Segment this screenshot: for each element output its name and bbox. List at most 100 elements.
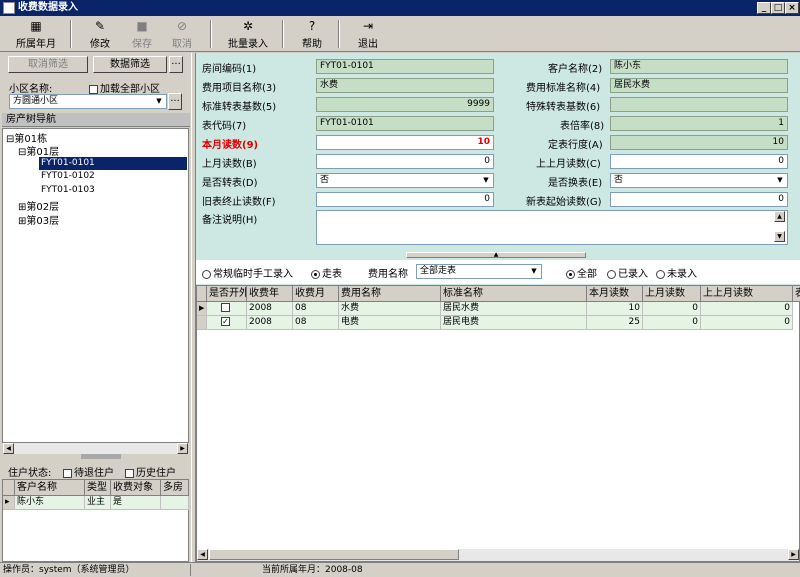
fee-name-select[interactable]: 全部走表 ▼ (416, 264, 542, 279)
col-header[interactable]: 收费月 (293, 286, 339, 302)
edit-icon: ✎ (94, 19, 106, 33)
col-header[interactable]: 上月读数 (643, 286, 701, 302)
col-header[interactable]: 收费对象 (111, 480, 161, 496)
room-code-field[interactable]: FYT01-0101 (316, 59, 494, 74)
grid-cell[interactable]: 是 (111, 496, 161, 510)
grid-checkbox[interactable]: ✓ (207, 316, 247, 330)
scroll-left-icon[interactable]: ◀ (197, 549, 208, 560)
filter-more-button[interactable]: ··· (169, 56, 183, 73)
tree-room[interactable]: FYT01-0103 (41, 185, 95, 195)
tree-node-floor1[interactable]: ⊟第01层 (18, 143, 59, 158)
tree-hscrollbar[interactable]: ◀ ▶ (3, 443, 188, 454)
history-checkbox[interactable]: 历史住户 (125, 464, 176, 479)
new-start-label: 新表起始读数(G) (526, 197, 602, 208)
grid-cell[interactable]: 0 (701, 316, 793, 330)
last-month-input[interactable]: 0 (316, 154, 494, 169)
grid-cell[interactable]: 10 (587, 302, 643, 316)
this-month-label: 本月读数(9) (202, 140, 259, 151)
grid-cell[interactable] (161, 496, 189, 510)
tree-room[interactable]: FYT01-0102 (41, 171, 95, 181)
col-header[interactable]: 收费年 (247, 286, 293, 302)
is-transfer-select[interactable]: 否 ▼ (316, 173, 494, 188)
grid-checkbox[interactable] (207, 302, 247, 316)
not-entered-radio[interactable]: 未录入 (656, 265, 697, 280)
chevron-down-icon: ▼ (531, 267, 537, 275)
old-end-input[interactable]: 0 (316, 192, 494, 207)
entered-radio[interactable]: 已录入 (607, 265, 648, 280)
help-button[interactable]: ? 帮助 (294, 18, 330, 50)
grid-cell[interactable]: 水费 (339, 302, 441, 316)
grid-cell[interactable]: 0 (701, 302, 793, 316)
special-base-field[interactable] (610, 97, 788, 112)
calendar-icon: ▦ (30, 19, 42, 33)
new-start-input[interactable]: 0 (610, 192, 788, 207)
meter-code-field[interactable]: FYT01-0101 (316, 116, 494, 131)
scroll-left-icon[interactable]: ◀ (3, 443, 14, 454)
cancel-filter-button[interactable]: 取消筛选 (8, 56, 88, 73)
is-replace-select[interactable]: 否 ▼ (610, 173, 788, 188)
col-header[interactable]: 表 (793, 286, 800, 302)
edit-button[interactable]: ✎ 修改 (82, 18, 118, 50)
col-header[interactable]: 类型 (85, 480, 111, 496)
last-month-label: 上月读数(B) (202, 159, 257, 170)
community-more-button[interactable]: ··· (168, 93, 182, 110)
splitter-handle[interactable]: ▲ (406, 252, 586, 258)
scroll-down-icon[interactable]: ▼ (774, 231, 785, 242)
data-filter-button[interactable]: 数据筛选 (93, 56, 167, 73)
grid-cell[interactable]: 25 (587, 316, 643, 330)
meter-radio[interactable]: 走表 (311, 265, 342, 280)
scroll-up-icon[interactable]: ▲ (774, 211, 785, 222)
this-month-input[interactable]: 10 (316, 135, 494, 150)
grid-cell[interactable]: 08 (293, 316, 339, 330)
fixed-field[interactable]: 10 (610, 135, 788, 150)
chevron-down-icon: ▼ (156, 97, 162, 105)
close-button[interactable]: × (785, 2, 799, 14)
col-header[interactable]: 是否开外 (207, 286, 247, 302)
load-all-checkbox[interactable]: 加载全部小区 (89, 80, 160, 95)
grid-cell[interactable]: 2008 (247, 316, 293, 330)
tree-node-floor3[interactable]: ⊞第03层 (18, 212, 59, 227)
col-header[interactable]: 客户名称 (15, 480, 85, 496)
scroll-right-icon[interactable]: ▶ (788, 549, 799, 560)
period-button[interactable]: ▦ 所属年月 (8, 18, 64, 50)
tree-room-selected[interactable]: FYT01-0101 (39, 157, 187, 170)
col-header[interactable]: 费用名称 (339, 286, 441, 302)
std-base-field[interactable]: 9999 (316, 97, 494, 112)
splitter-handle[interactable] (81, 454, 121, 459)
maximize-button[interactable]: □ (771, 2, 785, 14)
minimize-button[interactable]: _ (757, 2, 771, 14)
save-button[interactable]: ■ 保存 (124, 18, 160, 50)
grid-cell[interactable]: 2008 (247, 302, 293, 316)
fee-std-field[interactable]: 居民水费 (610, 78, 788, 93)
col-header[interactable]: 本月读数 (587, 286, 643, 302)
all-radio[interactable]: 全部 (566, 265, 597, 280)
grid-cell[interactable]: 陈小东 (15, 496, 85, 510)
grid-cell[interactable]: 0 (643, 302, 701, 316)
col-header[interactable]: 多房 (161, 480, 189, 496)
pending-checkout-checkbox[interactable]: 待退住户 (63, 464, 114, 479)
grid-cell[interactable]: 电费 (339, 316, 441, 330)
grid-cell[interactable]: 业主 (85, 496, 111, 510)
prev-month-input[interactable]: 0 (610, 154, 788, 169)
cancel-button[interactable]: ⊘ 取消 (164, 18, 200, 50)
grid-cell[interactable]: 0 (643, 316, 701, 330)
exit-button[interactable]: ⇥ 退出 (350, 18, 386, 50)
col-header[interactable]: 上上月读数 (701, 286, 793, 302)
scroll-right-icon[interactable]: ▶ (177, 443, 188, 454)
grid-cell[interactable]: 08 (293, 302, 339, 316)
multiplier-label: 表倍率(8) (560, 121, 605, 132)
scroll-thumb[interactable] (209, 549, 459, 560)
manual-entry-radio[interactable]: 常规临时手工录入 (202, 265, 293, 280)
tree-node-floor2[interactable]: ⊞第02层 (18, 198, 59, 213)
batch-entry-button[interactable]: ✲ 批量录入 (222, 18, 274, 50)
col-header[interactable]: 标准名称 (441, 286, 587, 302)
grid-hscrollbar[interactable]: ◀ ▶ (197, 549, 799, 561)
grid-cell[interactable]: 居民电费 (441, 316, 587, 330)
multiplier-field[interactable]: 1 (610, 116, 788, 131)
community-select[interactable]: 方圆通小区 ▼ (9, 94, 167, 109)
grid-cell[interactable]: 居民水费 (441, 302, 587, 316)
remark-textarea[interactable] (316, 210, 788, 245)
fee-item-field[interactable]: 水费 (316, 78, 494, 93)
customer-field[interactable]: 陈小东 (610, 59, 788, 74)
meter-code-label: 表代码(7) (202, 121, 247, 132)
